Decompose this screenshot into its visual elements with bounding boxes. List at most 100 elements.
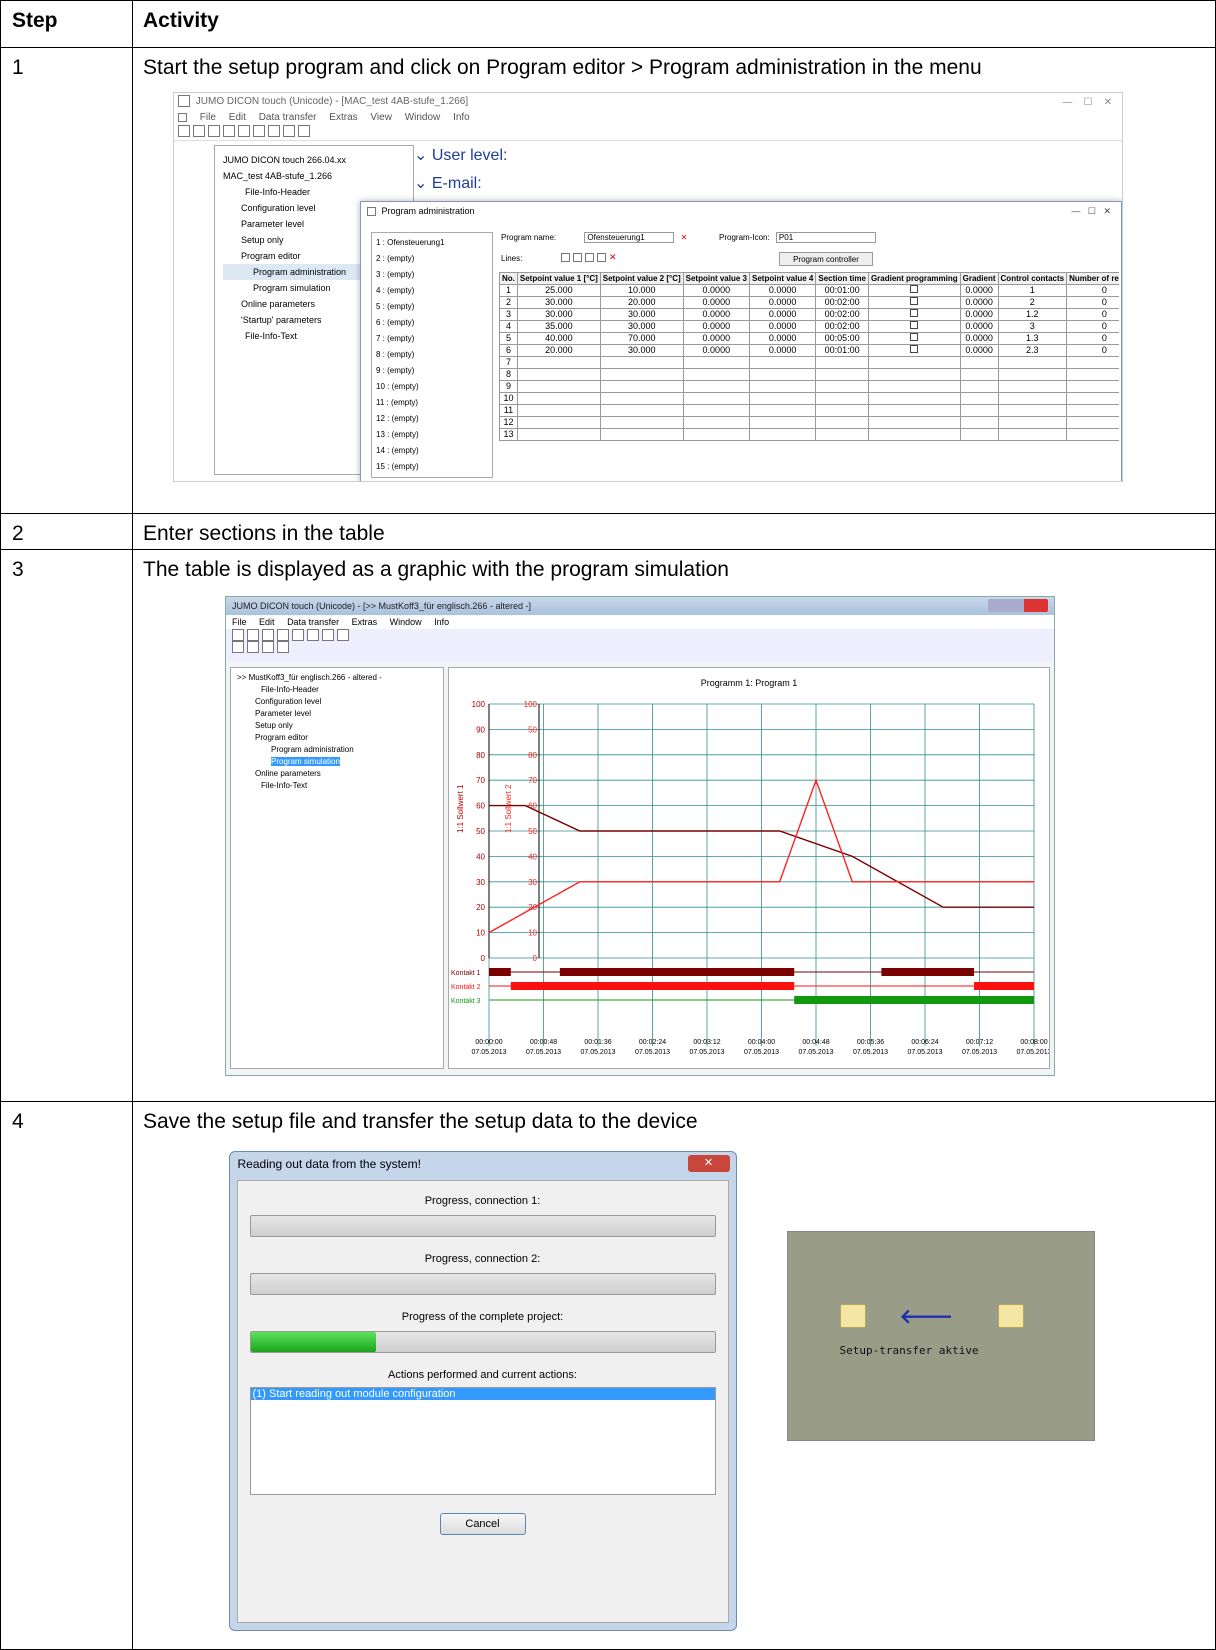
table-row[interactable]: 8 [499, 368, 1119, 381]
table-cell[interactable]: 6 [499, 344, 518, 357]
table-cell[interactable]: 4 [499, 320, 518, 333]
table-cell[interactable] [748, 416, 817, 429]
program-item[interactable]: 13 : (empty) [376, 427, 492, 443]
table-cell[interactable]: 2.3 [997, 344, 1068, 357]
table-cell[interactable]: 0.0000 [748, 284, 817, 297]
program-item[interactable]: 14 : (empty) [376, 443, 492, 459]
table-row[interactable]: 2 30.000 20.000 0.0000 0.0000 00:02:00 0.0000 2… [499, 296, 1119, 309]
table-cell[interactable]: 0.0000 [682, 344, 751, 357]
table-cell[interactable]: 0.0000 [748, 308, 817, 321]
program-item[interactable]: 11 : (empty) [376, 395, 492, 411]
table-cell[interactable] [682, 356, 751, 369]
gradient-checkbox[interactable] [867, 332, 961, 345]
zoom-icon[interactable] [232, 641, 244, 653]
cut-icon[interactable] [561, 253, 570, 263]
close-icon[interactable]: ✕ [687, 1154, 730, 1172]
table-cell[interactable] [959, 416, 999, 429]
table-cell[interactable]: 00:02:00 [815, 308, 869, 321]
program-item[interactable]: 2 : (empty) [376, 251, 492, 267]
table-cell[interactable]: 1.3 [997, 332, 1068, 345]
table-cell[interactable] [516, 380, 601, 393]
table-cell[interactable] [682, 392, 751, 405]
table-cell[interactable] [1066, 368, 1119, 381]
tree-file-info-header[interactable]: File-Info-Header [223, 184, 413, 200]
table-cell[interactable] [599, 416, 684, 429]
table-cell[interactable] [682, 404, 751, 417]
table-cell[interactable]: 0.0000 [682, 320, 751, 333]
table-row[interactable]: 7 [499, 356, 1119, 369]
table-cell[interactable]: 7 [499, 356, 518, 369]
table-cell[interactable]: 30.000 [516, 308, 601, 321]
menu-edit[interactable]: Edit [259, 617, 275, 627]
table-cell[interactable]: 00:02:00 [815, 320, 869, 333]
menu-info[interactable]: Info [453, 112, 470, 123]
table-cell[interactable] [867, 392, 961, 405]
table-cell[interactable]: 35.000 [516, 320, 601, 333]
table-cell[interactable] [748, 368, 817, 381]
new-icon[interactable] [178, 125, 190, 137]
tree-root[interactable]: JUMO DICON touch 266.04.xx [223, 152, 413, 168]
program-item[interactable]: 15 : (empty) [376, 459, 492, 475]
table-cell[interactable] [748, 392, 817, 405]
table-cell[interactable]: 0 [1066, 344, 1119, 357]
table-row[interactable]: 6 20.000 30.000 0.0000 0.0000 00:01:00 0.0000 2… [499, 344, 1119, 357]
table-cell[interactable]: 0 [1066, 308, 1119, 321]
new-icon[interactable] [232, 629, 244, 641]
table-cell[interactable]: 30.000 [599, 308, 684, 321]
tree-file[interactable]: MAC_test 4AB-stufe_1.266 [223, 168, 413, 184]
table-cell[interactable] [867, 380, 961, 393]
table-cell[interactable] [997, 368, 1068, 381]
dialog-controls[interactable]: — ☐ ✕ [1071, 202, 1111, 220]
menu-data-transfer[interactable]: Data transfer [287, 617, 339, 627]
table-cell[interactable] [1066, 356, 1119, 369]
tree-root[interactable]: >> MustKoff3_für englisch.266 - altered … [237, 672, 443, 684]
table-cell[interactable] [599, 356, 684, 369]
table-cell[interactable]: 00:02:00 [815, 296, 869, 309]
table-cell[interactable] [867, 368, 961, 381]
table-cell[interactable]: 30.000 [516, 296, 601, 309]
menu-info[interactable]: Info [434, 617, 449, 627]
open-icon[interactable] [193, 125, 205, 137]
table-cell[interactable] [1066, 416, 1119, 429]
upload-icon[interactable] [268, 125, 280, 137]
table-cell[interactable] [815, 356, 869, 369]
menu-data-transfer[interactable]: Data transfer [259, 112, 317, 123]
program-item[interactable]: 4 : (empty) [376, 283, 492, 299]
table-cell[interactable] [815, 404, 869, 417]
table-cell[interactable]: 8 [499, 368, 518, 381]
action-item[interactable]: (1) Start reading out module configurati… [250, 1387, 715, 1400]
table-cell[interactable] [599, 368, 684, 381]
tree-setup-only[interactable]: Setup only [237, 720, 443, 732]
menu-extras[interactable]: Extras [352, 617, 378, 627]
zoom-out-icon[interactable] [262, 641, 274, 653]
tree-program-editor[interactable]: Program editor [237, 732, 443, 744]
tree-program-administration[interactable]: Program administration [237, 744, 443, 756]
table-cell[interactable] [516, 356, 601, 369]
program-item[interactable]: 9 : (empty) [376, 363, 492, 379]
table-cell[interactable]: 30.000 [599, 344, 684, 357]
menu-file[interactable]: File [200, 112, 216, 123]
program-item[interactable]: 10 : (empty) [376, 379, 492, 395]
table-cell[interactable]: 00:05:00 [815, 332, 869, 345]
table-cell[interactable] [682, 428, 751, 441]
table-row[interactable]: 9 [499, 380, 1119, 393]
table-cell[interactable] [748, 356, 817, 369]
table-cell[interactable]: 0.0000 [748, 320, 817, 333]
table-cell[interactable]: 5 [499, 332, 518, 345]
table-cell[interactable] [682, 380, 751, 393]
table-cell[interactable]: 25.000 [516, 284, 601, 297]
download-icon[interactable] [253, 125, 265, 137]
table-cell[interactable]: 0 [1066, 296, 1119, 309]
table-cell[interactable] [682, 368, 751, 381]
menu-extras[interactable]: Extras [329, 112, 357, 123]
window-controls[interactable]: — ☐ ✕ [1062, 94, 1112, 112]
table-cell[interactable]: 20.000 [599, 296, 684, 309]
gradient-checkbox[interactable] [867, 320, 961, 333]
table-cell[interactable]: 10 [499, 392, 518, 405]
tree-file-info-text[interactable]: File-Info-Text [237, 780, 443, 792]
zoom-in-icon[interactable] [247, 641, 259, 653]
table-cell[interactable]: 00:01:00 [815, 284, 869, 297]
program-item[interactable]: 7 : (empty) [376, 331, 492, 347]
table-cell[interactable] [959, 368, 999, 381]
program-item[interactable]: 3 : (empty) [376, 267, 492, 283]
